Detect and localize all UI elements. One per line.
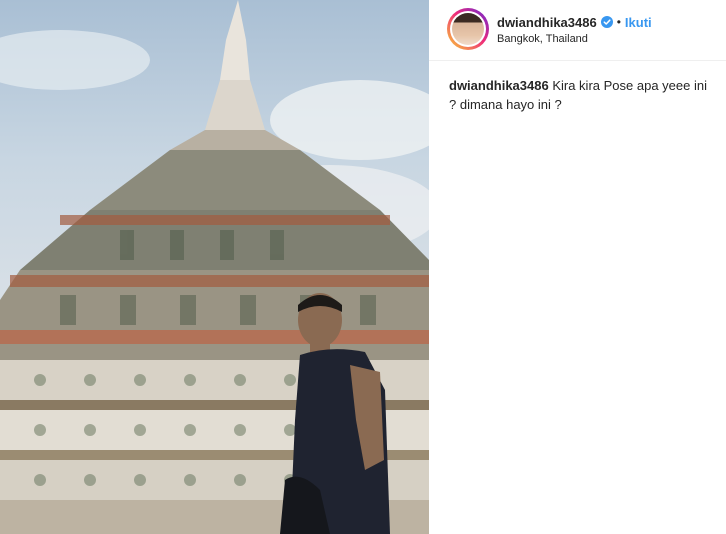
post-sidebar: dwiandhika3486 • Ikuti Bangkok, Thailand… xyxy=(429,0,726,534)
caption-username[interactable]: dwiandhika3486 xyxy=(449,78,549,93)
temple-photo-illustration xyxy=(0,0,429,534)
avatar[interactable] xyxy=(450,11,486,47)
username-row: dwiandhika3486 • Ikuti xyxy=(497,13,652,31)
avatar-story-ring[interactable] xyxy=(447,8,489,50)
separator-dot: • xyxy=(616,15,621,29)
post-header: dwiandhika3486 • Ikuti Bangkok, Thailand xyxy=(429,0,726,61)
verified-badge-icon xyxy=(600,16,613,28)
username-link[interactable]: dwiandhika3486 xyxy=(497,15,597,30)
post-caption: dwiandhika3486 Kira kira Pose apa yeee i… xyxy=(449,76,715,114)
follow-button[interactable]: Ikuti xyxy=(625,15,652,30)
location-link[interactable]: Bangkok, Thailand xyxy=(497,33,588,45)
post-photo[interactable] xyxy=(0,0,429,534)
avatar-image xyxy=(452,13,484,45)
